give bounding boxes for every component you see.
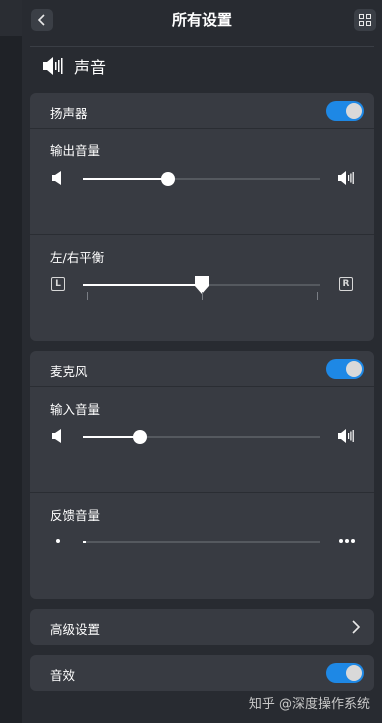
- watermark: 知乎 @深度操作系统: [248, 697, 370, 712]
- microphone-card: 麦克风 输入音量 反馈音量: [30, 351, 374, 599]
- balance-fill: [83, 284, 202, 286]
- volume-high-icon: [338, 171, 354, 185]
- advanced-settings-label: 高级设置: [50, 622, 101, 637]
- output-volume-fill: [83, 178, 169, 180]
- microphone-label: 麦克风: [50, 364, 88, 379]
- section-title: 声音: [74, 58, 107, 77]
- input-volume-label: 输入音量: [50, 402, 101, 417]
- speaker-toggle[interactable]: [326, 101, 364, 121]
- sound-effects-toggle[interactable]: [326, 663, 364, 683]
- speaker-card: 扬声器 输出音量 左/右平衡 L R: [30, 93, 374, 341]
- header-divider: [30, 46, 374, 47]
- section-header: 声音: [42, 53, 106, 79]
- toggle-knob: [346, 103, 362, 119]
- feedback-volume-label: 反馈音量: [50, 508, 101, 523]
- volume-high-icon: [338, 429, 354, 443]
- left-edge-top: [0, 0, 22, 36]
- feedback-high-icon: [339, 539, 355, 543]
- divider: [30, 386, 374, 387]
- input-volume-fill: [83, 436, 140, 438]
- feedback-fill: [83, 541, 86, 543]
- page-title: 所有设置: [171, 11, 232, 29]
- divider: [30, 234, 374, 235]
- output-volume-thumb[interactable]: [161, 172, 176, 186]
- chevron-right-icon: [352, 620, 360, 634]
- balance-label: 左/右平衡: [50, 250, 105, 265]
- divider: [30, 128, 374, 129]
- speaker-icon: [43, 57, 63, 75]
- balance-tick-left: [87, 292, 88, 300]
- feedback-low-icon: [56, 539, 60, 543]
- toggle-knob: [346, 361, 362, 377]
- left-channel-badge: L: [51, 277, 65, 291]
- microphone-toggle[interactable]: [326, 359, 364, 379]
- advanced-settings-row[interactable]: 高级设置: [30, 609, 374, 645]
- right-channel-badge: R: [339, 277, 353, 291]
- header: 所有设置: [22, 0, 382, 40]
- speaker-label: 扬声器: [50, 106, 88, 121]
- left-edge-strip: [0, 0, 22, 723]
- volume-low-icon: [52, 171, 61, 185]
- grid-icon: [359, 14, 371, 26]
- divider: [30, 492, 374, 493]
- sound-effects-row: 音效: [30, 655, 374, 691]
- sound-effects-label: 音效: [50, 668, 76, 683]
- settings-panel: 所有设置 声音 扬声器 输出音量 左/右平衡 L R 麦克风 输入音量 反馈音量…: [22, 0, 382, 723]
- input-volume-thumb[interactable]: [132, 430, 147, 444]
- grid-view-button[interactable]: [354, 9, 376, 31]
- balance-tick-right: [317, 292, 318, 300]
- volume-low-icon: [52, 429, 61, 443]
- output-volume-label: 输出音量: [50, 143, 101, 158]
- toggle-knob: [346, 665, 362, 681]
- balance-tick-center: [202, 292, 203, 300]
- feedback-track[interactable]: [83, 541, 320, 543]
